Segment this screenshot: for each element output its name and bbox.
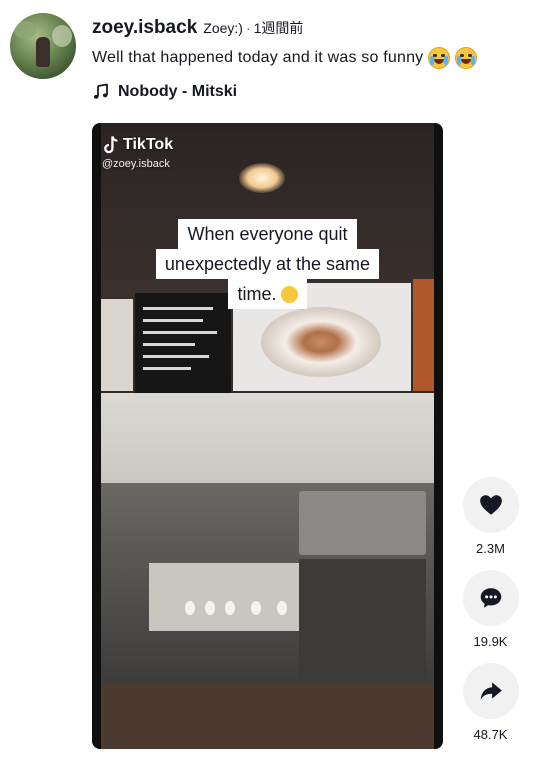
overlay-line: time. — [237, 284, 277, 304]
comment-icon — [480, 588, 501, 608]
watermark-handle: @zoey.isback — [102, 158, 170, 170]
knob — [205, 601, 215, 615]
post-caption: Well that happened today and it was so f… — [92, 47, 478, 69]
separator-dot: · — [245, 20, 251, 36]
crying-face-icon — [428, 47, 451, 69]
post-time: 1週間前 — [253, 20, 304, 36]
share-icon — [480, 682, 502, 700]
action-bar: 2.3M 19.9K 48.7K — [462, 477, 519, 756]
video-frame — [101, 123, 434, 749]
overlay-line: When everyone quit — [178, 219, 357, 249]
heart-icon — [479, 495, 502, 515]
kitchen-floor — [101, 683, 434, 749]
knob — [277, 601, 287, 615]
like-count: 2.3M — [476, 541, 505, 556]
share-action: 48.7K — [462, 663, 519, 742]
knob — [251, 601, 261, 615]
kitchen-machine — [149, 563, 299, 631]
avatar-figure — [36, 37, 50, 67]
comment-button[interactable] — [462, 570, 519, 626]
author-row: zoey.isback Zoey:) · 1週間前 — [92, 17, 303, 39]
comment-count: 19.9K — [473, 634, 508, 649]
author-nickname: Zoey:) — [203, 20, 243, 36]
tears-of-joy-icon — [455, 47, 478, 69]
avatar-foliage — [14, 21, 36, 39]
share-button[interactable] — [462, 663, 519, 719]
share-count: 48.7K — [473, 727, 508, 742]
avatar[interactable] — [10, 13, 76, 79]
knob — [225, 601, 235, 615]
caption-text: Well that happened today and it was so f… — [92, 49, 424, 66]
author-username[interactable]: zoey.isback — [92, 17, 197, 39]
music-note-icon — [93, 83, 108, 99]
like-button[interactable] — [462, 477, 519, 533]
smiling-tear-icon — [280, 286, 298, 303]
video-text-overlay: When everyone quit unexpectedly at the s… — [92, 219, 443, 309]
like-action: 2.3M — [462, 477, 519, 556]
watermark-brand: TikTok — [123, 136, 174, 153]
kitchen-bin — [299, 559, 426, 679]
video-player[interactable]: TikTok @zoey.isback When everyone quit u… — [92, 123, 443, 749]
ceiling-light — [239, 163, 285, 193]
tiktok-logo-icon — [104, 136, 118, 154]
menu-board — [101, 299, 133, 391]
avatar-foliage — [52, 25, 72, 47]
comment-action: 19.9K — [462, 570, 519, 649]
tiktok-watermark: TikTok @zoey.isback — [102, 135, 173, 170]
music-title: Nobody - Mitski — [118, 83, 238, 100]
kitchen-machine — [299, 491, 426, 555]
music-link[interactable]: Nobody - Mitski — [92, 83, 237, 101]
knob — [185, 601, 195, 615]
overlay-line: unexpectedly at the same — [155, 249, 380, 279]
